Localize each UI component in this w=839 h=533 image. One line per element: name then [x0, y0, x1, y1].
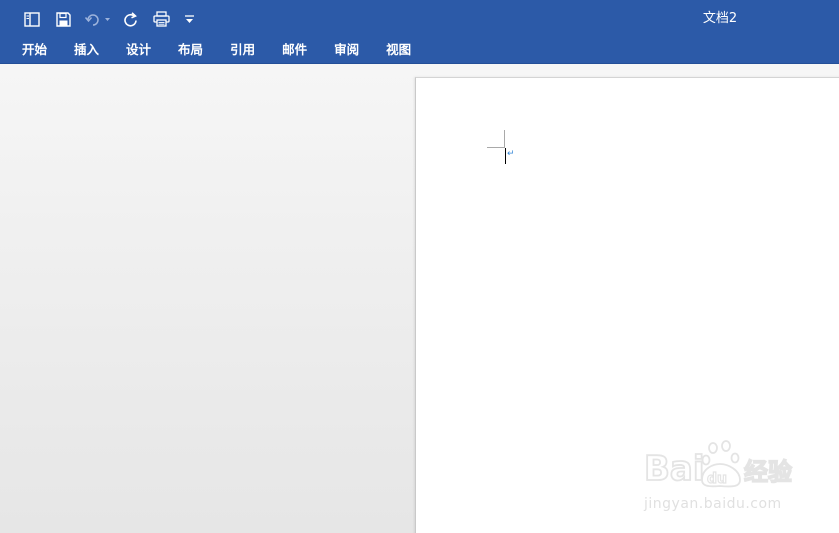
document-workspace: ↵: [0, 64, 839, 533]
title-bar: 文档2: [0, 0, 839, 37]
tab-review[interactable]: 审阅: [334, 41, 359, 59]
tab-mailings[interactable]: 邮件: [282, 41, 307, 59]
tab-layout[interactable]: 布局: [178, 41, 203, 59]
ribbon-tab-bar: 开始 插入 设计 布局 引用 邮件 审阅 视图: [0, 37, 839, 64]
margin-corner-mark: [487, 147, 505, 148]
word-window: 文档2 开始 插入 设计 布局 引用 邮件 审阅 视图 ↵ Bai du 经验 …: [0, 0, 839, 533]
quick-access-toolbar: [22, 9, 207, 29]
ribbon-tabs: 开始 插入 设计 布局 引用 邮件 审阅 视图: [22, 41, 438, 59]
redo-icon[interactable]: [120, 9, 140, 29]
document-title: 文档2: [702, 11, 738, 26]
save-icon[interactable]: [53, 9, 73, 29]
undo-icon[interactable]: [84, 9, 114, 29]
tab-references[interactable]: 引用: [230, 41, 255, 59]
sidebar-toggle-icon[interactable]: [22, 9, 42, 29]
print-icon[interactable]: [151, 9, 171, 29]
paragraph-mark: ↵: [507, 149, 515, 159]
text-cursor: [505, 148, 506, 164]
margin-corner-mark: [504, 130, 505, 148]
document-page[interactable]: ↵: [415, 77, 839, 533]
tab-insert[interactable]: 插入: [74, 41, 99, 59]
customize-toolbar-icon[interactable]: [182, 9, 196, 29]
tab-view[interactable]: 视图: [386, 41, 411, 59]
tab-home[interactable]: 开始: [22, 41, 47, 59]
tab-design[interactable]: 设计: [126, 41, 151, 59]
